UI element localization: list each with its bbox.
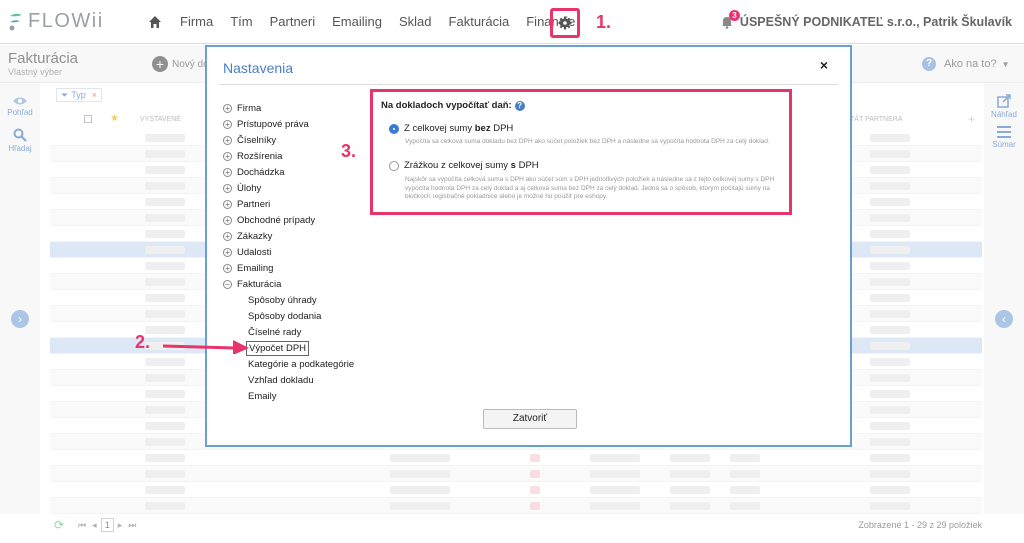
notification-bell[interactable]: 3 <box>720 10 740 29</box>
option-without-vat-description: Vypočíta sa celková suma dokladu bez DPH… <box>405 138 770 145</box>
dialog-divider <box>219 84 838 85</box>
step-2-annotation: 2. <box>135 332 151 352</box>
expand-icon[interactable]: + <box>223 216 232 225</box>
gear-icon <box>558 16 572 30</box>
close-dialog-button[interactable]: Zatvoriť <box>483 409 577 429</box>
tree-item-label: Firma <box>237 103 262 114</box>
tree-item-label: Zákazky <box>237 231 273 242</box>
tree-item-label: Udalosti <box>237 247 272 258</box>
vat-setting-title: Na dokladoch vypočítať daň: <box>381 100 512 111</box>
tree-subitem[interactable]: Emaily <box>248 389 277 404</box>
tree-subitem[interactable]: Kategórie a podkategórie <box>248 357 354 372</box>
tree-item-label: Úlohy <box>237 183 262 194</box>
dialog-title: Nastavenia <box>223 60 294 76</box>
tree-subitem[interactable]: Vzhľad dokladu <box>248 373 314 388</box>
option-with-vat-label: Zrážkou z celkovej sumy s DPH <box>404 160 539 171</box>
tree-subitem[interactable]: Číselné rady <box>248 325 301 340</box>
pointer-arrow-icon <box>163 340 249 354</box>
nav-firma[interactable]: Firma <box>180 14 213 29</box>
option-without-vat[interactable]: Z celkovej sumy bez DPH <box>389 123 513 134</box>
tree-item-label: Obchodné prípady <box>237 215 316 226</box>
tree-item-label: Emailing <box>237 263 274 274</box>
tree-subitem[interactable]: Spôsoby úhrady <box>248 293 317 308</box>
home-icon[interactable] <box>148 15 162 29</box>
expand-icon[interactable]: + <box>223 104 232 113</box>
top-navigation-bar: FLOWii Firma Tím Partneri Emailing Sklad… <box>0 0 1024 44</box>
notification-badge: 3 <box>728 10 740 21</box>
option-with-vat[interactable]: Zrážkou z celkovej sumy s DPH <box>389 160 539 171</box>
expand-icon[interactable]: + <box>223 264 232 273</box>
collapse-icon[interactable]: − <box>223 280 232 289</box>
radio-with-vat[interactable] <box>389 160 399 171</box>
tree-item[interactable]: + Partneri <box>223 197 270 212</box>
tree-item-label: Rozšírenia <box>237 151 283 162</box>
step-1-annotation: 1. <box>596 12 612 32</box>
tree-subitem[interactable]: Výpočet DPH <box>246 341 310 356</box>
tree-item-label: Číselníky <box>237 135 277 146</box>
nav-sklad[interactable]: Sklad <box>399 14 432 29</box>
vat-setting-header: Na dokladoch vypočítať daň: ? <box>381 100 525 111</box>
nav-tim[interactable]: Tím <box>230 14 252 29</box>
expand-icon[interactable]: + <box>223 152 232 161</box>
option-with-vat-description: Najskôr sa vypočíta celková suma s DPH a… <box>405 176 775 200</box>
vat-calculation-panel: Na dokladoch vypočítať daň: ? Z celkovej… <box>370 89 792 215</box>
tree-item[interactable]: + Prístupové práva <box>223 117 309 132</box>
step-3-annotation: 3. <box>341 141 357 161</box>
tree-item[interactable]: + Emailing <box>223 261 273 276</box>
tree-item[interactable]: + Úlohy <box>223 181 261 196</box>
company-name: ÚSPEŠNÝ PODNIKATEĽ s.r.o., Patrik Škulav… <box>739 15 1012 29</box>
main-menu: Firma Tím Partneri Emailing Sklad Faktur… <box>148 14 592 29</box>
tree-item-label: Fakturácia <box>237 279 282 290</box>
tree-item-label: Partneri <box>237 199 271 210</box>
tree-item-label: Prístupové práva <box>237 119 309 130</box>
tree-item[interactable]: + Obchodné prípady <box>223 213 315 228</box>
nav-fakturacia[interactable]: Fakturácia <box>449 14 510 29</box>
expand-icon[interactable]: + <box>223 120 232 129</box>
expand-icon[interactable]: + <box>223 184 232 193</box>
tree-item[interactable]: − Fakturácia <box>223 277 281 292</box>
tree-item[interactable]: + Dochádzka <box>223 165 285 180</box>
app-logo[interactable]: FLOWii <box>8 10 104 33</box>
expand-icon[interactable]: + <box>223 232 232 241</box>
flowii-logo-icon <box>9 13 22 30</box>
nav-partneri[interactable]: Partneri <box>270 14 316 29</box>
expand-icon[interactable]: + <box>223 200 232 209</box>
nav-emailing[interactable]: Emailing <box>332 14 382 29</box>
settings-gear-button[interactable] <box>550 8 580 38</box>
question-icon[interactable]: ? <box>514 100 525 111</box>
close-icon[interactable]: × <box>820 57 828 73</box>
radio-without-vat[interactable] <box>389 123 399 134</box>
tree-item[interactable]: + Rozšírenia <box>223 149 282 164</box>
tree-item[interactable]: + Firma <box>223 101 261 116</box>
expand-icon[interactable]: + <box>223 136 232 145</box>
option-without-vat-label: Z celkovej sumy bez DPH <box>404 123 514 134</box>
expand-icon[interactable]: + <box>223 248 232 257</box>
user-company[interactable]: 3 ÚSPEŠNÝ PODNIKATEĽ s.r.o., Patrik Škul… <box>720 10 1012 29</box>
tree-item[interactable]: + Číselníky <box>223 133 276 148</box>
settings-dialog: Nastavenia × + Firma + Prístupové práva + Čís… <box>135 45 852 447</box>
expand-icon[interactable]: + <box>223 168 232 177</box>
tree-item[interactable]: + Udalosti <box>223 245 271 260</box>
tree-subitem[interactable]: Spôsoby dodania <box>248 309 321 324</box>
tree-item-label: Dochádzka <box>237 167 285 178</box>
tree-item[interactable]: + Zákazky <box>223 229 272 244</box>
logo-text: FLOWii <box>28 10 104 32</box>
